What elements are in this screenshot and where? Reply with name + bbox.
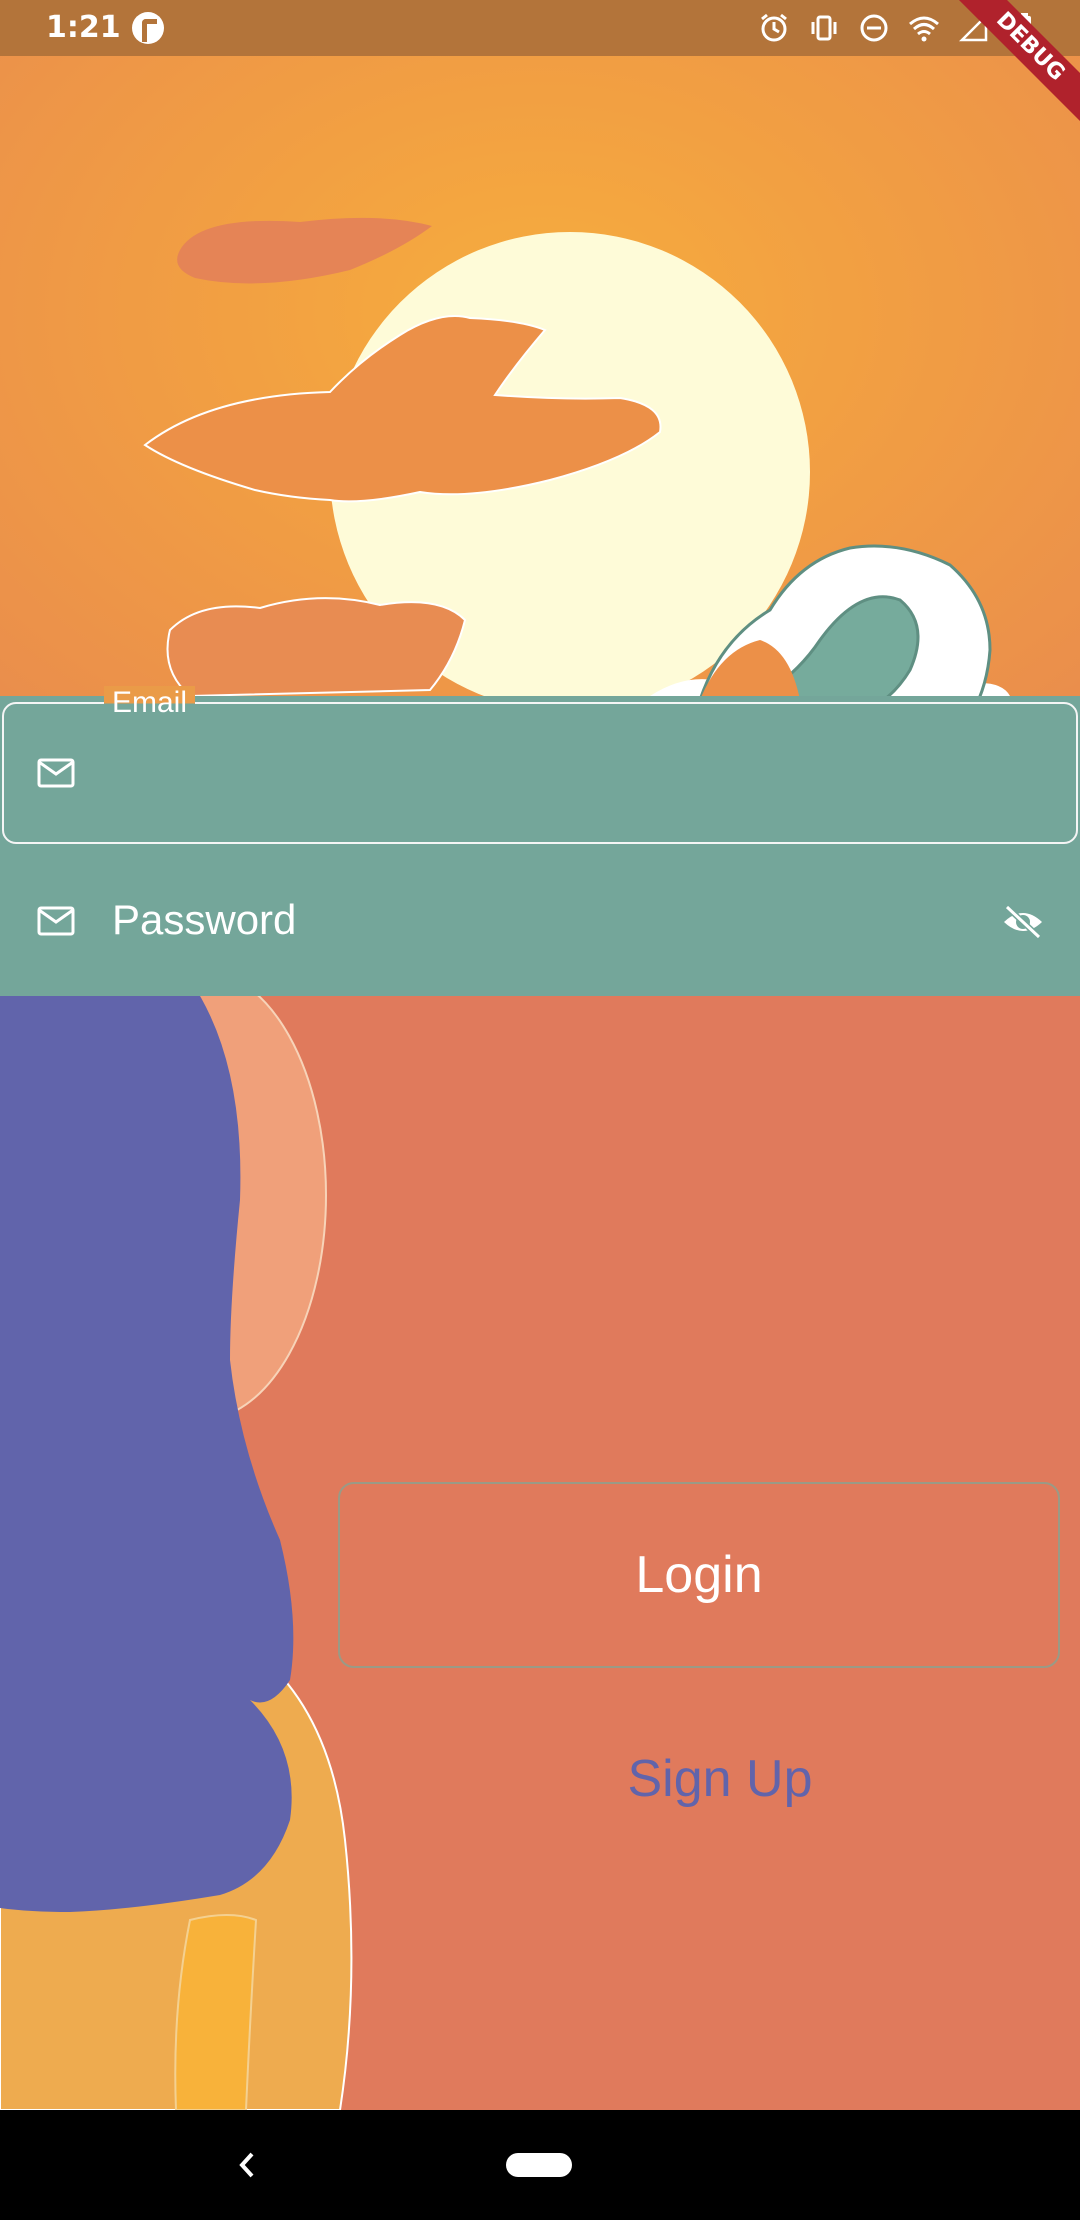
person-sleeve — [174, 1914, 258, 2110]
email-input[interactable] — [110, 740, 1010, 804]
alarm-icon — [758, 12, 790, 44]
sunset-scene-art — [0, 217, 1010, 2110]
cloud-top — [177, 217, 432, 284]
app-notification-icon — [132, 12, 164, 44]
login-background-illustration — [0, 0, 1080, 2110]
home-pill[interactable] — [506, 2153, 572, 2177]
sign-up-link[interactable]: Sign Up — [560, 1744, 880, 1814]
login-button[interactable]: Login — [338, 1482, 1060, 1668]
status-bar: 1:21 — [0, 0, 1080, 56]
eye-off-icon[interactable] — [1002, 904, 1044, 940]
status-time: 1:21 — [46, 10, 121, 45]
password-placeholder[interactable]: Password — [112, 896, 296, 944]
do-not-disturb-icon — [858, 12, 890, 44]
mail-icon — [37, 758, 75, 788]
wifi-icon — [908, 12, 940, 44]
system-nav-bar — [0, 2110, 1080, 2220]
cloud-bottom — [166, 597, 467, 698]
back-icon[interactable] — [220, 2138, 274, 2192]
email-field-label: Email — [104, 686, 196, 720]
vibrate-icon — [808, 12, 840, 44]
mail-icon — [37, 906, 75, 936]
